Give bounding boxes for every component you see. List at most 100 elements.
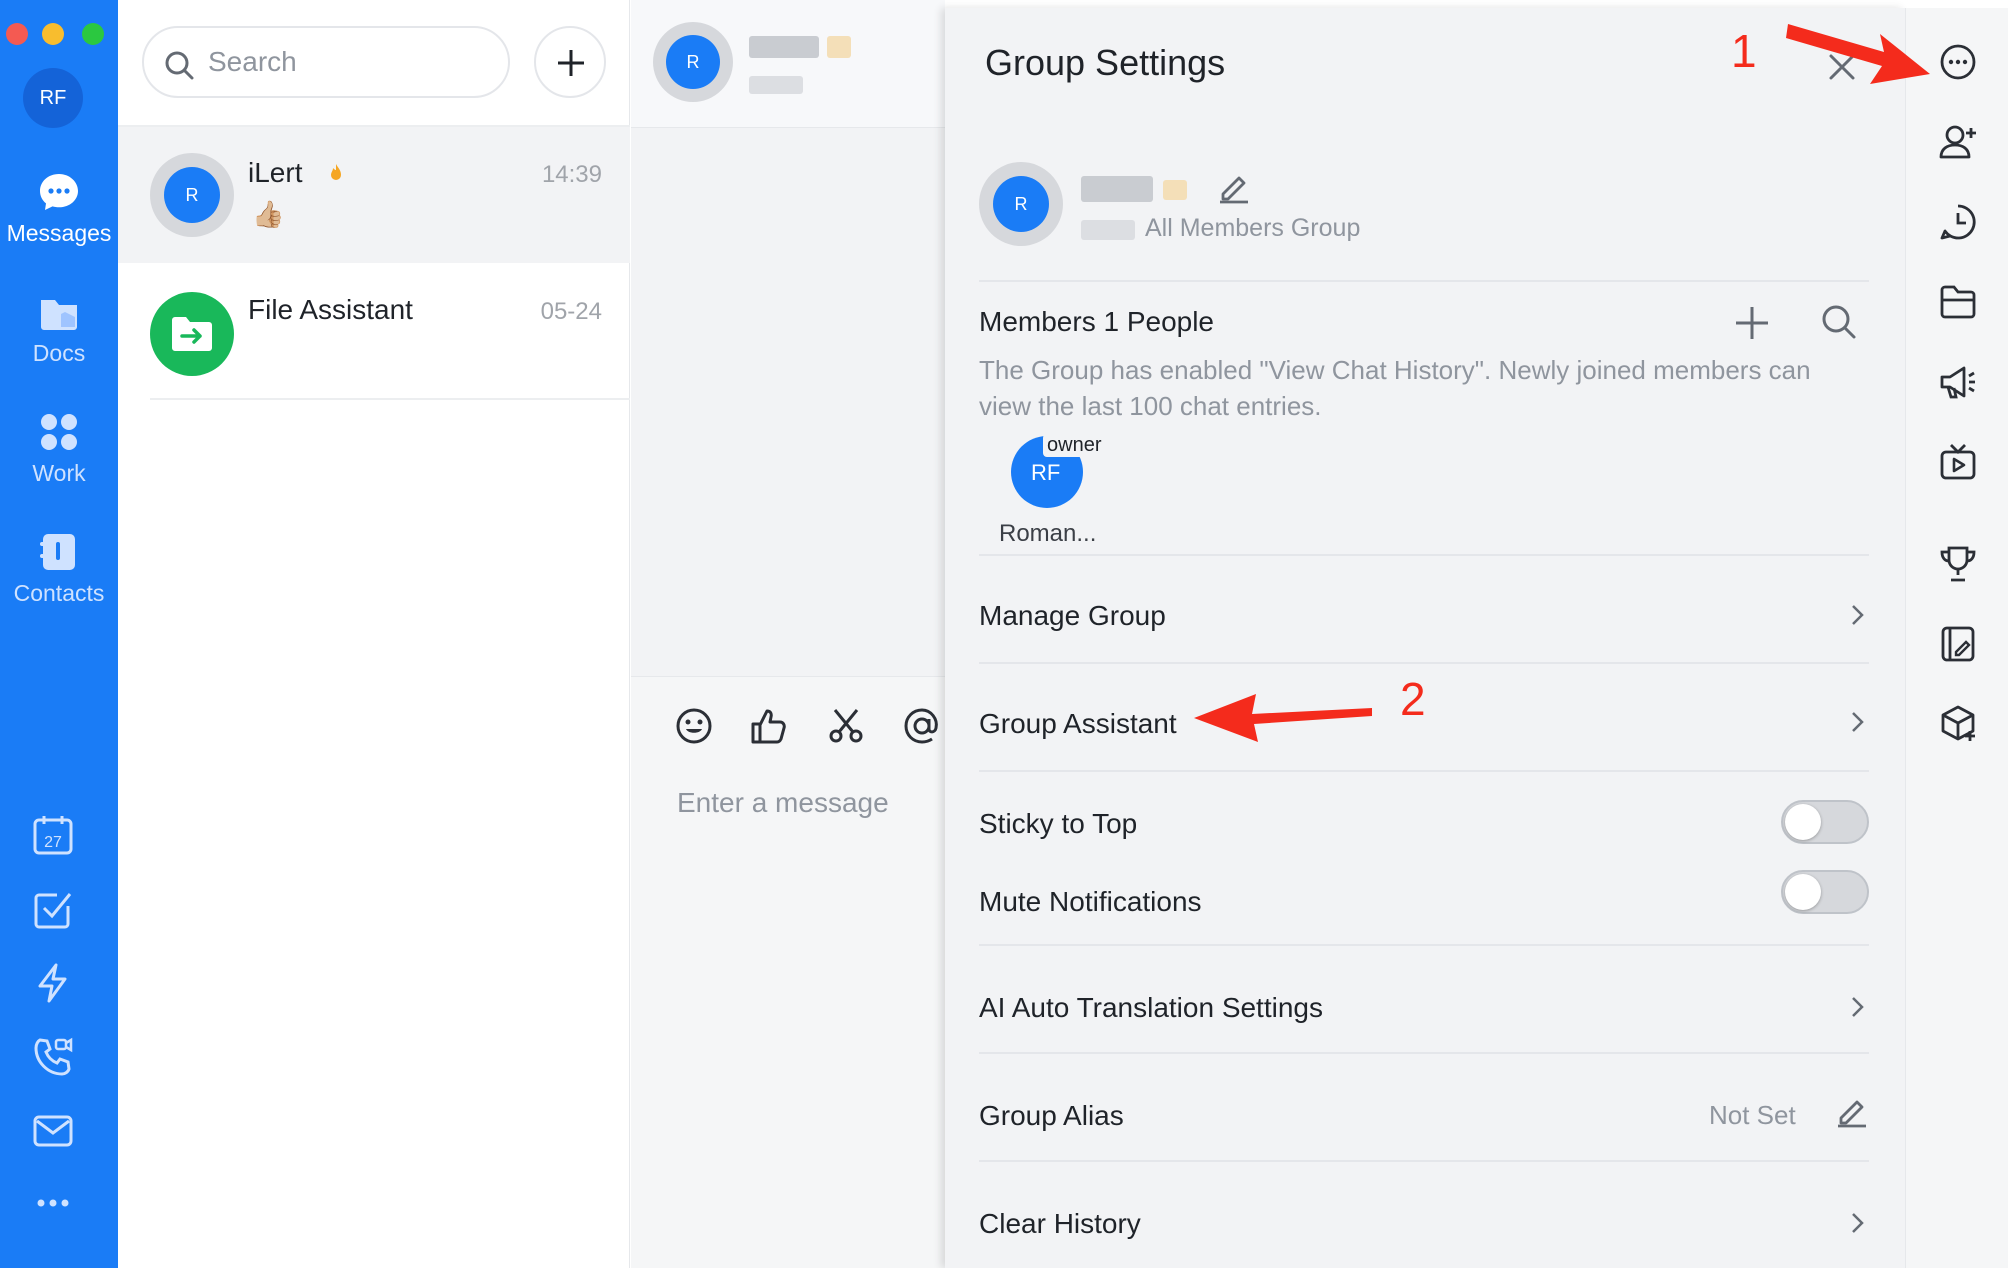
group-avatar-text: R [993,176,1049,232]
divider [979,1160,1869,1162]
chat-avatar: R [150,153,234,237]
chat-row-ilert[interactable]: R iLert 14:39 👍🏼 [118,127,630,263]
message-composer: Enter a message [631,676,945,1268]
chevron-right-icon [1852,712,1864,732]
rail-item-contacts[interactable]: Contacts [0,530,118,607]
divider [979,554,1869,556]
scissors-icon[interactable] [827,707,865,745]
group-assistant-label: Group Assistant [979,708,1177,739]
group-alias-value: Not Set [1709,1100,1796,1130]
flame-icon [331,164,341,180]
more-icon[interactable] [36,1196,70,1210]
phone-video-icon[interactable] [32,1036,74,1078]
at-icon[interactable] [903,707,941,745]
rail-label-contacts: Contacts [13,580,105,606]
user-avatar-initials: RF [39,86,67,109]
edit-pencil-icon[interactable] [1835,1094,1869,1128]
trophy-icon[interactable] [1938,544,1978,584]
rail-label-messages: Messages [6,220,112,246]
group-alias-row[interactable]: Group Alias Not Set [979,1056,1869,1162]
annotation-label-2: 2 [1400,673,1426,725]
chat-name: File Assistant [248,294,413,325]
chat-header: R [631,0,945,128]
ai-translation-label: AI Auto Translation Settings [979,992,1323,1023]
search-placeholder: Search [208,46,297,77]
close-window-button[interactable] [6,23,28,45]
sticky-to-top-label: Sticky to Top [979,808,1138,839]
member-initials: RF [1031,460,1061,485]
members-label: Members 1 People [979,306,1215,337]
manage-group-row[interactable]: Manage Group [979,558,1869,664]
ai-translation-row[interactable]: AI Auto Translation Settings [979,948,1869,1054]
divider [979,944,1869,946]
divider [979,1052,1869,1054]
chat-time: 05-24 [540,298,602,325]
notes-icon[interactable] [1938,624,1978,664]
chevron-right-icon [1852,997,1864,1017]
history-notice: The Group has enabled "View Chat History… [979,355,1811,421]
chat-row-file-assistant[interactable]: File Assistant 05-24 [118,264,630,400]
emoji-icon[interactable] [675,707,713,745]
redacted-group-name [1163,180,1187,200]
search-members-icon[interactable] [1821,304,1857,340]
clear-history-row[interactable]: Clear History [979,1164,1869,1268]
mute-notifications-label: Mute Notifications [979,886,1202,917]
calendar-icon[interactable]: 27 [32,814,74,856]
group-alias-label: Group Alias [979,1100,1124,1131]
owner-badge: owner [1043,434,1106,457]
chat-preview: 👍🏼 [252,199,285,229]
annotation-arrow-2 [1194,694,1372,742]
search-input[interactable]: Search [142,26,510,98]
annotation-label-1: 1 [1731,25,1757,77]
live-tv-icon[interactable] [1938,442,1978,482]
sticky-to-top-toggle[interactable] [1781,800,1869,844]
divider [150,398,630,400]
user-avatar[interactable]: RF [23,68,83,128]
redacted-group-tag [1081,220,1135,240]
chat-time: 14:39 [541,161,602,188]
divider [979,280,1869,282]
edit-pencil-icon[interactable] [1217,170,1251,204]
panel-title: Group Settings [985,42,1226,83]
group-type-label: All Members Group [1145,214,1361,242]
lightning-icon[interactable] [32,962,74,1004]
rail-item-docs[interactable]: Docs [0,290,118,367]
message-input[interactable]: Enter a message [677,787,889,819]
thumbs-up-icon[interactable] [749,707,787,745]
group-avatar[interactable]: R [979,162,1063,246]
chat-avatar-text: R [164,167,220,223]
rail-label-docs: Docs [32,340,86,366]
redacted-chat-title [827,36,851,58]
grid-icon [41,414,77,450]
rail-label-work: Work [32,460,86,486]
mail-icon[interactable] [32,1110,74,1152]
zoom-window-button[interactable] [82,23,104,45]
member-name: Roman... [999,520,1097,547]
plus-icon [558,50,584,76]
minimize-window-button[interactable] [42,23,64,45]
task-check-icon[interactable] [32,888,74,930]
clear-history-label: Clear History [979,1208,1141,1239]
navigation-rail: RF Messages Docs Work Contacts 27 [0,0,118,1268]
announcement-icon[interactable] [1938,362,1978,402]
redacted-chat-subtitle [749,76,803,94]
add-app-icon[interactable] [1938,704,1978,744]
folder-icon[interactable] [1938,282,1978,322]
annotation-arrow-1 [1786,24,1930,84]
manage-group-label: Manage Group [979,600,1166,631]
history-clock-icon[interactable] [1938,202,1978,242]
rail-item-work[interactable]: Work [0,410,118,487]
chevron-right-icon [1852,605,1864,625]
chat-header-avatar[interactable]: R [653,22,733,102]
rail-item-messages[interactable]: Messages [0,170,118,247]
redacted-group-name [1081,176,1153,202]
add-member-icon[interactable] [1938,122,1978,162]
chat-bubble-icon [40,174,78,210]
more-options-icon[interactable] [1938,42,1978,82]
divider [979,662,1869,664]
create-button[interactable] [534,26,606,98]
add-member-plus-icon[interactable] [1733,304,1771,342]
mute-notifications-toggle[interactable] [1781,870,1869,914]
chat-name: iLert [248,157,303,188]
folder-transfer-icon [172,317,212,351]
